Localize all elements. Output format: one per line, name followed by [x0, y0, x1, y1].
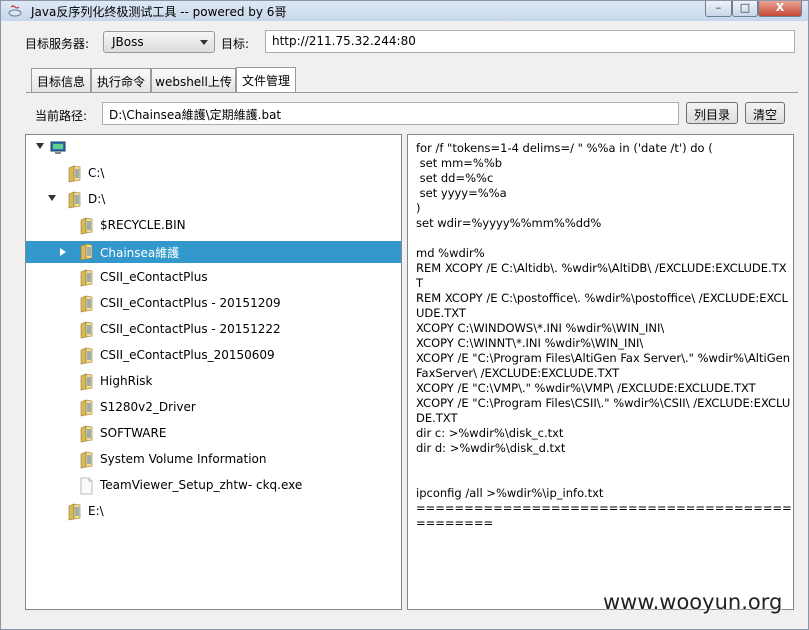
window-title: Java反序列化终极测试工具 -- powered by 6哥 — [31, 5, 287, 19]
tree-node-label: CSII_eContactPlus — [100, 270, 208, 284]
chevron-down-icon — [200, 40, 208, 45]
tree-node-label: E:\ — [88, 504, 104, 518]
tree-node-label: CSII_eContactPlus_20150609 — [100, 348, 275, 362]
expand-down-icon[interactable] — [36, 143, 44, 149]
tree-node[interactable]: C:\ — [26, 163, 401, 185]
list-directory-button[interactable]: 列目录 — [686, 102, 738, 124]
watermark: www.wooyun.org — [603, 590, 783, 614]
target-url-input[interactable]: http://211.75.32.244:80 — [265, 30, 795, 53]
tree-node[interactable]: TeamViewer_Setup_zhtw- ckq.exe — [26, 475, 401, 497]
tree-node[interactable]: D:\ — [26, 189, 401, 211]
computer-icon — [50, 141, 66, 154]
tree-node-label: D:\ — [88, 192, 106, 206]
file-content-view[interactable]: for /f "tokens=1-4 delims=/ " %%a in ('d… — [407, 134, 794, 610]
folder-icon — [80, 399, 93, 417]
tree-node[interactable] — [26, 137, 401, 159]
folder-icon — [80, 425, 93, 443]
tree-node-label: System Volume Information — [100, 452, 267, 466]
tree-node[interactable]: E:\ — [26, 501, 401, 523]
tree-node-label: $RECYCLE.BIN — [100, 218, 186, 232]
tab-panel-border — [26, 92, 798, 94]
tree-node[interactable]: CSII_eContactPlus - 20151222 — [26, 319, 401, 341]
tree-node-label: HighRisk — [100, 374, 153, 388]
tree-node[interactable]: $RECYCLE.BIN — [26, 215, 401, 237]
tree-node[interactable]: CSII_eContactPlus_20150609 — [26, 345, 401, 367]
expand-right-icon[interactable] — [60, 248, 66, 256]
server-label: 目标服务器: — [25, 37, 90, 51]
tree-node[interactable]: Chainsea維護 — [26, 241, 401, 263]
current-path-label: 当前路径: — [35, 109, 88, 123]
tree-node-label: C:\ — [88, 166, 105, 180]
server-select[interactable]: JBoss — [103, 31, 215, 53]
folder-icon — [68, 191, 81, 209]
tree-node-label: S1280v2_Driver — [100, 400, 196, 414]
folder-icon — [80, 217, 93, 235]
tree-node[interactable]: S1280v2_Driver — [26, 397, 401, 419]
app-window: Java反序列化终极测试工具 -- powered by 6哥 – □ X 目标… — [0, 0, 809, 630]
folder-icon — [68, 503, 81, 521]
tab-webshell-upload[interactable]: webshell上传 — [151, 68, 236, 92]
file-icon — [80, 477, 93, 495]
file-tree[interactable]: C:\ D:\ $RECYCLE.BIN Chainsea維護 CSII_eContac… — [25, 134, 402, 610]
maximize-button[interactable]: □ — [732, 1, 758, 17]
tree-node[interactable]: System Volume Information — [26, 449, 401, 471]
target-label: 目标: — [221, 37, 250, 51]
tree-node[interactable]: CSII_eContactPlus - 20151209 — [26, 293, 401, 315]
folder-icon — [80, 373, 93, 391]
folder-icon — [68, 165, 81, 183]
folder-icon — [80, 295, 93, 313]
folder-icon — [80, 347, 93, 365]
tree-node[interactable]: HighRisk — [26, 371, 401, 393]
tree-node-label: Chainsea維護 — [100, 246, 180, 260]
tab-execute-command[interactable]: 执行命令 — [91, 68, 151, 92]
tab-file-manager[interactable]: 文件管理 — [236, 67, 296, 92]
tree-node[interactable]: CSII_eContactPlus — [26, 267, 401, 289]
tree-node-label: CSII_eContactPlus - 20151209 — [100, 296, 281, 310]
file-content-text: for /f "tokens=1-4 delims=/ " %%a in ('d… — [416, 141, 792, 530]
clear-button[interactable]: 清空 — [745, 102, 785, 124]
expand-down-icon[interactable] — [48, 195, 56, 201]
server-select-value: JBoss — [112, 35, 144, 49]
folder-icon — [80, 451, 93, 469]
folder-icon — [80, 243, 93, 261]
tree-node-label: TeamViewer_Setup_zhtw- ckq.exe — [100, 478, 303, 492]
folder-icon — [80, 269, 93, 287]
minimize-button[interactable]: – — [705, 1, 732, 17]
folder-icon — [80, 321, 93, 339]
tree-node-label: SOFTWARE — [100, 426, 167, 440]
close-button[interactable]: X — [758, 1, 802, 17]
tab-target-info[interactable]: 目标信息 — [31, 68, 91, 92]
current-path-input[interactable]: D:\Chainsea維護\定期維護.bat — [102, 102, 679, 125]
tree-node-label: CSII_eContactPlus - 20151222 — [100, 322, 281, 336]
tree-node[interactable]: SOFTWARE — [26, 423, 401, 445]
title-bar[interactable]: Java反序列化终极测试工具 -- powered by 6哥 – □ X — [1, 1, 808, 21]
coffee-cup-icon — [8, 5, 22, 17]
